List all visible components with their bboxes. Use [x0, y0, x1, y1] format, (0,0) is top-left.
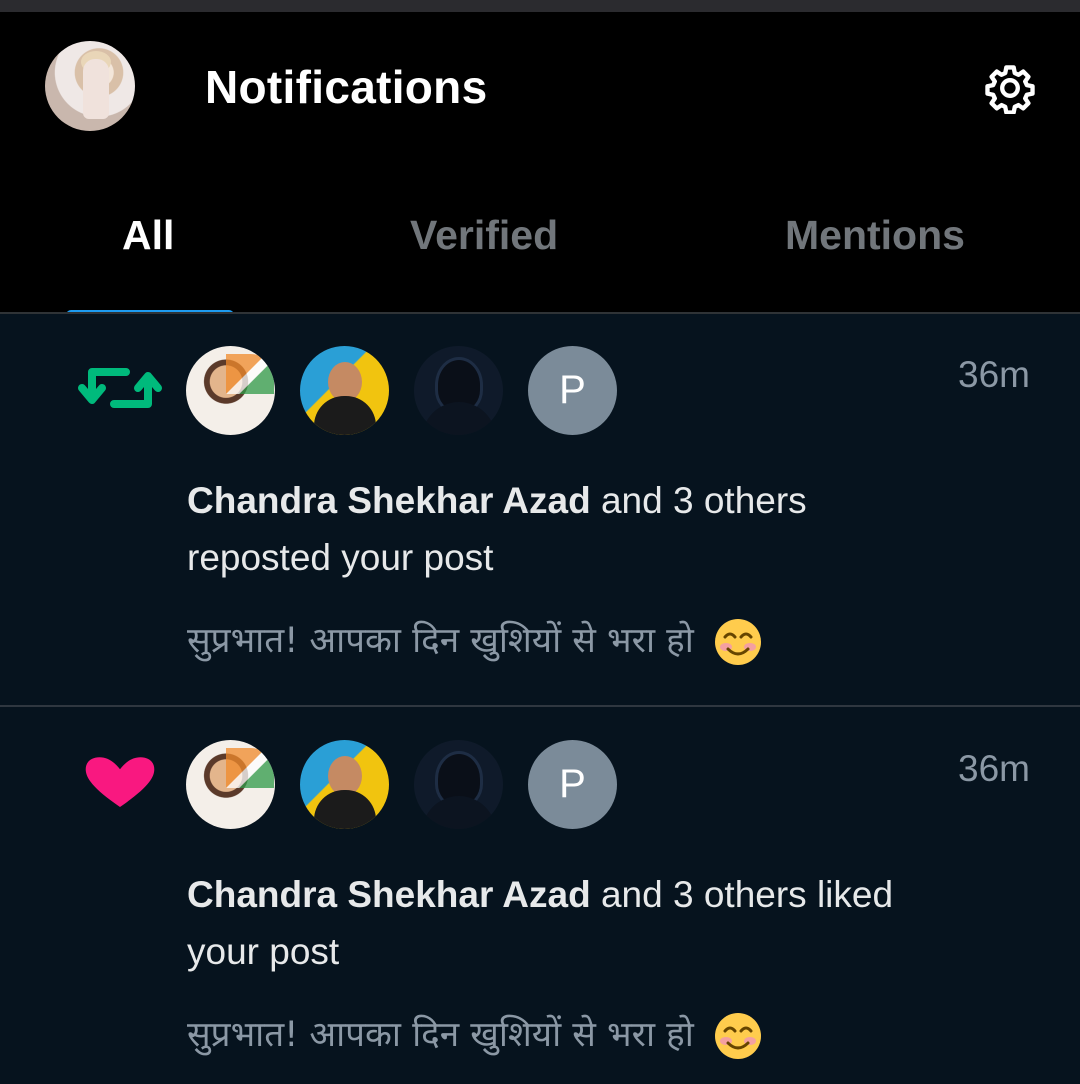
post-text: सुप्रभात! आपका दिन खुशियों से भरा हो — [187, 1015, 694, 1055]
notifications-feed: P 36m Chandra Shekhar Azad and 3 others … — [0, 314, 1080, 1084]
tab-all[interactable]: All — [122, 212, 174, 259]
notification-item[interactable]: P 36m Chandra Shekhar Azad and 3 others … — [0, 314, 1080, 707]
avatar[interactable] — [414, 740, 503, 829]
tab-mentions[interactable]: Mentions — [785, 212, 965, 259]
actor-name[interactable]: Chandra Shekhar Azad — [187, 480, 591, 521]
profile-avatar[interactable] — [45, 41, 135, 131]
avatar[interactable]: P — [528, 346, 617, 435]
avatar[interactable] — [300, 346, 389, 435]
actor-avatars: P — [186, 346, 626, 436]
avatar[interactable] — [186, 740, 275, 829]
app-header: Notifications All Verified Mentions — [0, 12, 1080, 320]
row-divider — [0, 705, 1080, 707]
post-preview[interactable]: सुप्रभात! आपका दिन खुशियों से भरा हो — [187, 616, 763, 667]
avatar[interactable] — [186, 346, 275, 435]
actor-avatars: P — [186, 740, 626, 830]
timestamp: 36m — [958, 354, 1030, 395]
heart-icon — [85, 757, 155, 807]
actor-name[interactable]: Chandra Shekhar Azad — [187, 874, 591, 915]
notification-item[interactable]: P 36m Chandra Shekhar Azad and 3 others … — [0, 708, 1080, 1084]
notification-text: Chandra Shekhar Azad and 3 others liked … — [187, 866, 907, 980]
notification-tabs: All Verified Mentions — [0, 192, 1080, 320]
avatar[interactable]: P — [528, 740, 617, 829]
notification-text: Chandra Shekhar Azad and 3 others repost… — [187, 472, 907, 586]
smiling-face-emoji-icon — [714, 1013, 761, 1059]
smiling-face-emoji-icon — [714, 619, 761, 665]
page-title: Notifications — [205, 61, 488, 113]
settings-gear-icon[interactable] — [984, 62, 1036, 114]
avatar[interactable] — [414, 346, 503, 435]
post-preview[interactable]: सुप्रभात! आपका दिन खुशियों से भरा हो — [187, 1010, 763, 1061]
post-text: सुप्रभात! आपका दिन खुशियों से भरा हो — [187, 621, 694, 661]
timestamp: 36m — [958, 748, 1030, 789]
tab-verified[interactable]: Verified — [410, 212, 558, 259]
repost-icon — [78, 368, 162, 408]
avatar[interactable] — [300, 740, 389, 829]
status-strip — [0, 0, 1080, 12]
